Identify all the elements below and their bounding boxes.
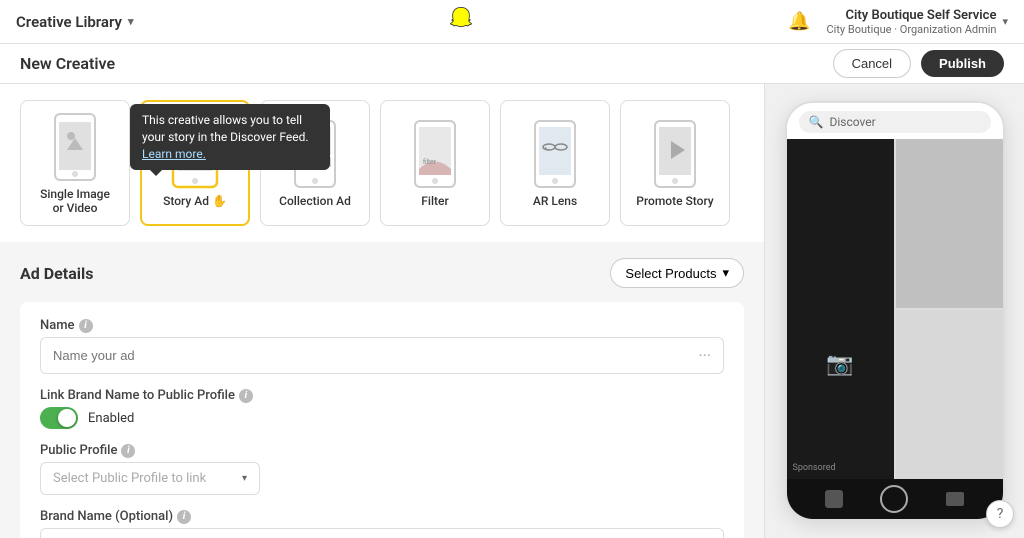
story-ad-label: Story Ad ✋ [163, 194, 227, 208]
public-profile-chevron: ▾ [242, 473, 247, 484]
right-panel: 🔍 Discover 📷 Sponsored [764, 84, 1024, 538]
filter-label: Filter [421, 194, 448, 208]
brand-name-input[interactable] [40, 528, 724, 538]
name-label: Name i [40, 318, 724, 333]
ad-details-title: Ad Details [20, 264, 93, 283]
creative-type-single-image[interactable]: Single Imageor Video [20, 100, 130, 226]
phone-tile-bottom-right [896, 310, 1003, 479]
app-title: Creative Library [16, 13, 122, 31]
toggle-label: Enabled [88, 411, 134, 426]
name-info-icon[interactable]: i [79, 319, 93, 333]
discover-bar: 🔍 Discover [799, 111, 991, 133]
creative-type-promote-story[interactable]: Promote Story [620, 100, 730, 226]
camera-icon-area: 📷 [793, 266, 888, 463]
phone-recents-button [946, 492, 964, 506]
discover-search-icon: 🔍 [809, 115, 824, 129]
ar-lens-icon [528, 118, 582, 190]
left-panel: This creative allows you to tell your st… [0, 84, 764, 538]
promote-story-label: Promote Story [636, 194, 713, 208]
toggle-row: Enabled [40, 407, 724, 429]
promote-story-icon [648, 118, 702, 190]
brand-name-form-group: Brand Name (Optional) i 32 [40, 509, 724, 538]
public-profile-form-group: Public Profile i Select Public Profile t… [40, 443, 724, 495]
single-image-label: Single Imageor Video [40, 187, 110, 215]
link-brand-toggle[interactable] [40, 407, 78, 429]
brand-name-label: Brand Name (Optional) i [40, 509, 724, 524]
svg-text:filter: filter [423, 159, 437, 166]
header: Creative Library ▾ 🔔 City Boutique Self … [0, 0, 1024, 44]
sponsored-label: Sponsored [793, 463, 888, 473]
user-name: City Boutique Self Service [846, 8, 997, 23]
toggle-knob [58, 409, 76, 427]
notification-bell-icon[interactable]: 🔔 [788, 11, 810, 32]
cancel-button[interactable]: Cancel [833, 49, 911, 78]
link-brand-form-group: Link Brand Name to Public Profile i Enab… [40, 388, 724, 429]
tooltip-learn-more[interactable]: Learn more. [142, 147, 206, 161]
help-button[interactable]: ? [986, 500, 1014, 528]
single-image-icon [48, 111, 102, 183]
user-menu[interactable]: City Boutique Self Service City Boutique… [826, 8, 1008, 36]
discover-label: Discover [829, 115, 875, 129]
ad-details-header: Ad Details Select Products ▾ [20, 258, 744, 288]
phone-back-button [825, 490, 843, 508]
app-title-area[interactable]: Creative Library ▾ [16, 13, 134, 31]
header-right-area: 🔔 City Boutique Self Service City Boutiq… [788, 8, 1008, 36]
brand-name-input-wrapper: 32 [40, 528, 724, 538]
sub-header: New Creative Cancel Publish [0, 44, 1024, 84]
phone-bottom-bar [787, 479, 1003, 519]
select-products-chevron: ▾ [722, 265, 729, 281]
name-form-group: Name i ··· [40, 318, 724, 374]
phone-tile-top-right [896, 139, 1003, 308]
app-title-chevron: ▾ [128, 15, 134, 28]
filter-icon: filter [408, 118, 462, 190]
link-brand-info-icon[interactable]: i [239, 389, 253, 403]
phone-preview-top: 🔍 Discover [787, 103, 1003, 139]
public-profile-select[interactable]: Select Public Profile to link ▾ [40, 462, 260, 495]
creative-type-list: Single Imageor Video Ad [20, 100, 744, 226]
user-info: City Boutique Self Service City Boutique… [826, 8, 996, 36]
creative-types-section: This creative allows you to tell your st… [0, 84, 764, 242]
ar-lens-label: AR Lens [533, 194, 577, 208]
phone-content: 📷 Sponsored [787, 139, 1003, 479]
ad-details-section: Ad Details Select Products ▾ Name i ··· [0, 242, 764, 538]
snapchat-logo [447, 6, 475, 38]
page-title: New Creative [20, 54, 115, 73]
user-chevron: ▾ [1002, 15, 1008, 28]
brand-name-info-icon[interactable]: i [177, 510, 191, 524]
collection-ad-label: Collection Ad [279, 194, 351, 208]
phone-preview: 🔍 Discover 📷 Sponsored [785, 101, 1005, 521]
help-icon: ? [997, 506, 1004, 522]
publish-button[interactable]: Publish [921, 50, 1004, 77]
story-ad-tooltip: This creative allows you to tell your st… [130, 104, 330, 170]
name-input-wrapper: ··· [40, 337, 724, 374]
sub-header-actions: Cancel Publish [833, 49, 1004, 78]
link-brand-label: Link Brand Name to Public Profile i [40, 388, 724, 403]
name-input-more-icon[interactable]: ··· [698, 346, 711, 365]
select-products-button[interactable]: Select Products ▾ [610, 258, 744, 288]
main-content: This creative allows you to tell your st… [0, 84, 1024, 538]
creative-type-ar-lens[interactable]: AR Lens [500, 100, 610, 226]
camera-icon: 📷 [826, 352, 853, 377]
tooltip-text: This creative allows you to tell your st… [142, 113, 309, 144]
phone-main-tile: 📷 Sponsored [787, 139, 894, 479]
ad-form: Name i ··· Link Brand Name to Public Pro… [20, 302, 744, 538]
name-input[interactable] [53, 348, 698, 363]
public-profile-label: Public Profile i [40, 443, 724, 458]
user-role: City Boutique · Organization Admin [826, 23, 996, 36]
creative-type-filter[interactable]: filter Filter [380, 100, 490, 226]
public-profile-info-icon[interactable]: i [121, 444, 135, 458]
phone-home-button [880, 485, 908, 513]
